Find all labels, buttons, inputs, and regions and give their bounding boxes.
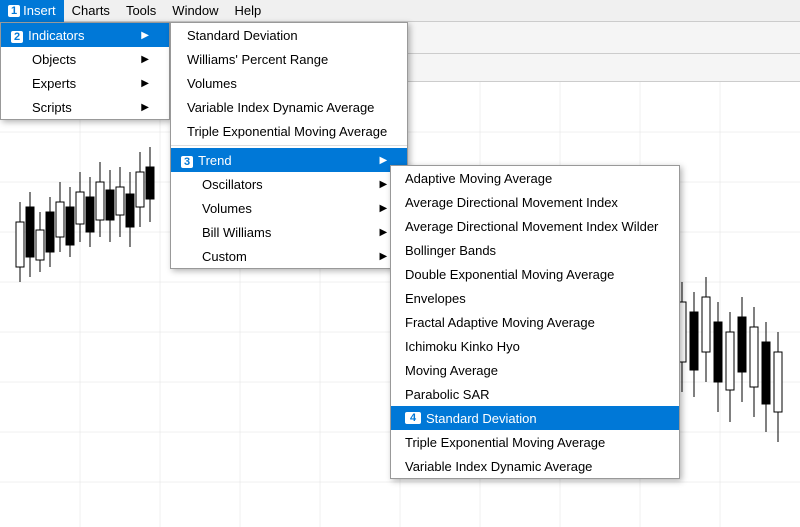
custom-arrow: ▶ — [379, 251, 387, 262]
trend-submenu: Adaptive Moving Average Average Directio… — [390, 165, 680, 479]
indicators-separator — [171, 145, 407, 146]
menu-vida[interactable]: Variable Index Dynamic Average — [171, 95, 407, 119]
menu-williams[interactable]: Williams' Percent Range — [171, 47, 407, 71]
trend-dema[interactable]: Double Exponential Moving Average — [391, 262, 679, 286]
volumes-arrow: ▶ — [379, 203, 387, 214]
menu-scripts[interactable]: Scripts ▶ — [1, 95, 169, 119]
menu-trend[interactable]: 3Trend ▶ — [171, 148, 407, 172]
objects-arrow: ▶ — [141, 54, 149, 65]
indicators-badge: 2 — [11, 31, 23, 43]
insert-dropdown: 2Indicators ▶ Objects ▶ Experts ▶ Script… — [0, 22, 170, 120]
menu-oscillators[interactable]: Oscillators ▶ — [171, 172, 407, 196]
menu-indicators[interactable]: 2Indicators ▶ — [1, 23, 169, 47]
trend-fama[interactable]: Fractal Adaptive Moving Average — [391, 310, 679, 334]
stddev-badge: 4 — [405, 412, 421, 424]
trend-tema2[interactable]: Triple Exponential Moving Average — [391, 430, 679, 454]
menu-experts[interactable]: Experts ▶ — [1, 71, 169, 95]
trend-bb[interactable]: Bollinger Bands — [391, 238, 679, 262]
menu-custom[interactable]: Custom ▶ — [171, 244, 407, 268]
indicators-submenu: Standard Deviation Williams' Percent Ran… — [170, 22, 408, 269]
menubar-tools[interactable]: Tools — [118, 0, 164, 22]
menubar: 1 Insert Charts Tools Window Help — [0, 0, 800, 22]
indicators-arrow: ▶ — [141, 30, 149, 41]
trend-ama[interactable]: Adaptive Moving Average — [391, 166, 679, 190]
bill-williams-arrow: ▶ — [379, 227, 387, 238]
trend-badge: 3 — [181, 156, 193, 168]
trend-ichimoku[interactable]: Ichimoku Kinko Hyo — [391, 334, 679, 358]
experts-arrow: ▶ — [141, 78, 149, 89]
scripts-arrow: ▶ — [141, 102, 149, 113]
menu-tema[interactable]: Triple Exponential Moving Average — [171, 119, 407, 143]
trend-admi[interactable]: Average Directional Movement Index — [391, 190, 679, 214]
menubar-insert[interactable]: 1 Insert — [0, 0, 64, 22]
insert-badge: 1 — [8, 5, 20, 17]
trend-admiw[interactable]: Average Directional Movement Index Wilde… — [391, 214, 679, 238]
trend-envelopes[interactable]: Envelopes — [391, 286, 679, 310]
menubar-window[interactable]: Window — [164, 0, 226, 22]
menu-std-dev[interactable]: Standard Deviation — [171, 23, 407, 47]
trend-arrow: ▶ — [379, 155, 387, 166]
menu-bill-williams[interactable]: Bill Williams ▶ — [171, 220, 407, 244]
trend-psar[interactable]: Parabolic SAR — [391, 382, 679, 406]
menubar-help[interactable]: Help — [227, 0, 270, 22]
trend-stddev[interactable]: 4 Standard Deviation — [391, 406, 679, 430]
oscillators-arrow: ▶ — [379, 179, 387, 190]
menu-volumes2[interactable]: Volumes ▶ — [171, 196, 407, 220]
menu-volumes[interactable]: Volumes — [171, 71, 407, 95]
trend-ma[interactable]: Moving Average — [391, 358, 679, 382]
menu-objects[interactable]: Objects ▶ — [1, 47, 169, 71]
menubar-charts[interactable]: Charts — [64, 0, 118, 22]
trend-vida2[interactable]: Variable Index Dynamic Average — [391, 454, 679, 478]
